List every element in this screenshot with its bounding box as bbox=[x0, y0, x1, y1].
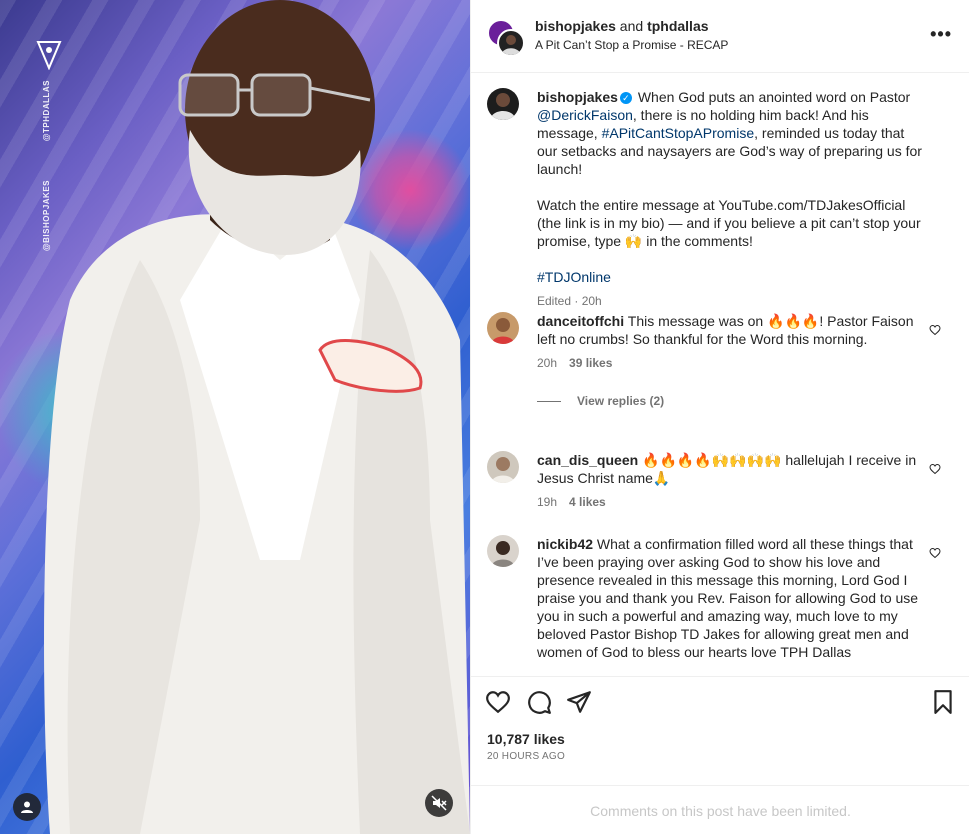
comment-username[interactable]: nickib42 bbox=[537, 536, 593, 552]
muted-speaker-icon bbox=[431, 795, 447, 811]
comment-time: 19h bbox=[537, 495, 558, 509]
comment-likes[interactable]: 4 likes bbox=[569, 495, 606, 509]
comment-meta: 20h 39 likes bbox=[537, 354, 927, 372]
post-subtitle[interactable]: A Pit Can’t Stop a Promise - RECAP bbox=[535, 38, 728, 52]
avatar[interactable] bbox=[487, 312, 519, 344]
author-link-bishopjakes[interactable]: bishopjakes bbox=[535, 18, 616, 34]
caption-username[interactable]: bishopjakes bbox=[537, 89, 618, 105]
comment-text-block: nickib42 What a confirmation filled word… bbox=[537, 535, 927, 661]
avatar[interactable] bbox=[487, 88, 519, 120]
watermark-handle-2: @TPHDALLAS bbox=[42, 80, 51, 142]
comment-text: What a confirmation filled word all thes… bbox=[537, 536, 919, 660]
collab-avatars[interactable] bbox=[487, 19, 525, 57]
post-authors: bishopjakes and tphdallas bbox=[535, 18, 709, 34]
tagged-users-button[interactable] bbox=[13, 793, 41, 821]
comment-username[interactable]: can_dis_queen bbox=[537, 452, 638, 468]
media-watermark: @TPHDALLAS @BISHOPJAKES bbox=[36, 40, 66, 251]
post-photo bbox=[44, 0, 470, 834]
verified-icon: ✓ bbox=[619, 92, 632, 105]
audio-toggle-button[interactable] bbox=[425, 789, 453, 817]
post-dialog: @TPHDALLAS @BISHOPJAKES bishopjakes and … bbox=[0, 0, 969, 834]
caption-edited: Edited · 20h bbox=[537, 294, 602, 308]
mention-link[interactable]: @DerickFaison bbox=[537, 107, 633, 123]
comment-likes[interactable]: 39 likes bbox=[569, 356, 612, 370]
view-replies-label: View replies (2) bbox=[577, 394, 665, 408]
author-link-tphdallas[interactable]: tphdallas bbox=[647, 18, 708, 34]
hashtag-link[interactable]: #APitCantStopAPromise bbox=[602, 125, 755, 141]
post-actions: 10,787 likes 20 HOURS AGO Comments on th… bbox=[471, 676, 969, 835]
hashtag-link-tdjonline[interactable]: #TDJOnline bbox=[537, 268, 927, 286]
comments-limited-notice: Comments on this post have been limited. bbox=[471, 785, 969, 836]
comment-bubble-icon[interactable] bbox=[526, 689, 552, 715]
post-time[interactable]: 20 HOURS AGO bbox=[487, 751, 565, 762]
comment-text-block: danceitoffchi This message was on 🔥🔥🔥! P… bbox=[537, 312, 927, 410]
comment-text-block: can_dis_queen 🔥🔥🔥🔥🙌🙌🙌🙌 hallelujah I rece… bbox=[537, 451, 927, 511]
user-icon bbox=[21, 801, 33, 813]
comment-time: 20h bbox=[537, 356, 558, 370]
avatar[interactable] bbox=[487, 451, 519, 483]
caption-paragraph-2: Watch the entire message at YouTube.com/… bbox=[537, 197, 921, 249]
view-replies-button[interactable]: View replies (2) bbox=[537, 392, 927, 410]
like-comment-icon[interactable] bbox=[929, 463, 941, 475]
comments-scroll-area[interactable]: bishopjakes ✓ When God puts an anointed w… bbox=[471, 73, 969, 675]
avatar[interactable] bbox=[487, 535, 519, 567]
like-heart-icon[interactable] bbox=[485, 689, 511, 715]
comment-username[interactable]: danceitoffchi bbox=[537, 313, 624, 329]
post-media[interactable]: @TPHDALLAS @BISHOPJAKES bbox=[0, 0, 470, 834]
caption-text: bishopjakes ✓ When God puts an anointed w… bbox=[537, 88, 927, 310]
and-text: and bbox=[615, 18, 648, 34]
post-details-pane: bishopjakes and tphdallas A Pit Can’t St… bbox=[470, 0, 969, 834]
watermark-handle-1: @BISHOPJAKES bbox=[42, 180, 51, 252]
more-options-button[interactable]: ••• bbox=[930, 24, 952, 45]
likes-count[interactable]: 10,787 likes bbox=[487, 731, 565, 747]
like-comment-icon[interactable] bbox=[929, 547, 941, 559]
comment-meta: 19h 4 likes bbox=[537, 493, 927, 511]
potters-house-logo bbox=[36, 41, 62, 71]
post-header: bishopjakes and tphdallas A Pit Can’t St… bbox=[471, 0, 969, 73]
share-send-icon[interactable] bbox=[566, 689, 592, 715]
save-bookmark-icon[interactable] bbox=[930, 689, 956, 715]
caption-text-1: When God puts an anointed word on Pastor bbox=[637, 89, 911, 105]
like-comment-icon[interactable] bbox=[929, 324, 941, 336]
